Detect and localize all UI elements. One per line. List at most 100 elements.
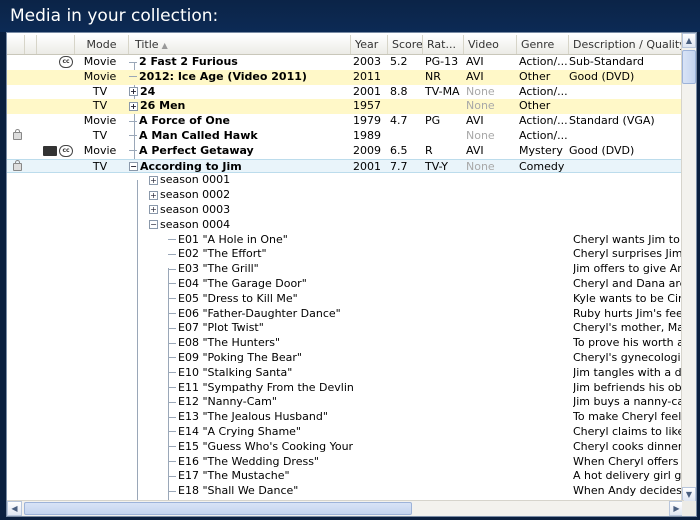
- episode-title-cell: E06 "Father-Daughter Dance": [168, 307, 353, 322]
- description-cell: Standard (VGA): [569, 114, 655, 128]
- episode-row[interactable]: E11 "Sympathy From the Devlins" Jim befri…: [7, 381, 684, 396]
- collapse-icon[interactable]: −: [149, 220, 158, 230]
- episode-row[interactable]: E09 "Poking The Bear" Cheryl's gynecologi…: [7, 351, 684, 366]
- episode-number: E15: [178, 439, 199, 453]
- table-row[interactable]: TV +24 2001 8.8 TV-MA None Action/...: [7, 85, 684, 100]
- episode-title: "A Hole in One": [202, 232, 288, 246]
- score-cell: 4.7: [390, 114, 408, 128]
- episode-row[interactable]: E07 "Plot Twist" Cheryl's mother, Maggie: [7, 321, 684, 336]
- table-row[interactable]: cc Movie A Perfect Getaway 2009 6.5 R AVI Myste…: [7, 144, 684, 159]
- episode-row[interactable]: E06 "Father-Daughter Dance" Ruby hurts Ji…: [7, 307, 684, 322]
- column-header-score[interactable]: Score: [388, 35, 423, 54]
- episode-number: E08: [178, 336, 199, 350]
- episode-title: "The Hunters": [202, 336, 281, 350]
- collapse-icon[interactable]: −: [129, 162, 138, 172]
- table-row[interactable]: Movie A Force of One 1979 4.7 PG AVI Action/..…: [7, 114, 684, 129]
- column-header-icons[interactable]: [37, 35, 75, 54]
- episode-description: When Andy decides to l: [573, 484, 684, 498]
- row-flag-cell: [9, 55, 25, 70]
- season-row[interactable]: + season 0002: [7, 188, 684, 203]
- episode-title: "Sympathy From the Devlins": [202, 380, 353, 394]
- table-row[interactable]: TV − According to Jim 2001 7.7 TV-Y None Comedy: [7, 158, 684, 175]
- title-cell: − According to Jim: [129, 160, 349, 175]
- episode-row[interactable]: E02 "The Effort" Cheryl surprises Jim wit…: [7, 247, 684, 262]
- episode-description: Cheryl cooks dinner for D: [573, 439, 684, 453]
- closed-caption-icon: cc: [59, 144, 73, 157]
- row-icons-cell: [37, 99, 73, 114]
- episode-row[interactable]: E13 "The Jealous Husband" To make Cheryl …: [7, 410, 684, 425]
- row-flag-cell: [9, 99, 25, 114]
- column-header-year[interactable]: Year: [351, 35, 388, 54]
- episode-description: Cheryl claims to like mer: [573, 424, 684, 438]
- column-header-flag[interactable]: [7, 35, 25, 54]
- episode-number: E10: [178, 365, 199, 379]
- expand-icon[interactable]: +: [149, 190, 158, 200]
- row-flag-cell: [9, 128, 25, 144]
- episode-number: E14: [178, 424, 199, 438]
- lock-icon: [12, 128, 22, 140]
- tree-connector: [168, 490, 176, 492]
- episode-row[interactable]: E18 "Shall We Dance" When Andy decides to…: [7, 484, 684, 499]
- horizontal-scroll-thumb[interactable]: [24, 502, 412, 515]
- season-row[interactable]: − season 0004: [7, 218, 684, 233]
- season-cell: + season 0001: [149, 173, 349, 188]
- column-header-blank[interactable]: [25, 35, 37, 54]
- mode-cell: Movie: [83, 55, 117, 68]
- table-row[interactable]: Movie 2012: Ice Age (Video 2011) 2011 NR AVI…: [7, 69, 684, 85]
- episode-row[interactable]: E03 "The Grill" Jim offers to give Andy .: [7, 262, 684, 277]
- genre-cell: Other: [519, 99, 551, 113]
- score-cell: [388, 99, 424, 114]
- episode-row[interactable]: E14 "A Crying Shame" Cheryl claims to lik…: [7, 425, 684, 440]
- episode-row[interactable]: E16 "The Wedding Dress" When Cheryl offer…: [7, 455, 684, 470]
- episode-row[interactable]: E12 "Nanny-Cam" Jim buys a nanny-cam to: [7, 395, 684, 410]
- episode-number: E17: [178, 469, 199, 483]
- episode-title: "The Wedding Dress": [202, 454, 319, 468]
- horizontal-scrollbar[interactable]: ◀ ▶: [7, 500, 684, 516]
- column-header-mode[interactable]: Mode: [75, 35, 129, 54]
- scroll-down-icon[interactable]: ▼: [682, 487, 696, 502]
- genre-cell: Action/...: [519, 114, 568, 128]
- mode-cell: TV: [92, 99, 108, 113]
- episode-row[interactable]: E17 "The Mustache" A hot delivery girl gi…: [7, 469, 684, 484]
- tree-connector: [168, 401, 176, 403]
- episode-title-cell: E13 "The Jealous Husband": [168, 410, 353, 425]
- rating-cell: [423, 99, 463, 114]
- expand-icon[interactable]: +: [149, 175, 158, 185]
- episode-row[interactable]: E01 "A Hole in One" Cheryl wants Jim to g…: [7, 233, 684, 248]
- vertical-scrollbar[interactable]: ▲ ▼: [681, 33, 696, 502]
- episode-row[interactable]: E10 "Stalking Santa" Jim tangles with a d…: [7, 366, 684, 381]
- expand-icon[interactable]: +: [129, 87, 138, 97]
- column-header-rating[interactable]: Rat...: [423, 35, 464, 54]
- closed-caption-icon: cc: [59, 56, 73, 68]
- column-header-description[interactable]: Description / Quality: [569, 35, 684, 54]
- tree-connector: [168, 372, 176, 374]
- tree-connector: [129, 135, 137, 137]
- episode-row[interactable]: E04 "The Garage Door" Cheryl and Dana are…: [7, 277, 684, 292]
- expand-icon[interactable]: +: [129, 101, 138, 111]
- row-icons-cell: cc: [37, 55, 73, 70]
- episode-title: "Nanny-Cam": [202, 395, 277, 409]
- column-header-video[interactable]: Video: [464, 35, 517, 54]
- column-header-title[interactable]: Title ▲: [129, 35, 351, 54]
- episode-number: E13: [178, 410, 199, 424]
- table-row[interactable]: TV +26 Men 1957 None Other: [7, 99, 684, 115]
- row-icons-cell: [37, 85, 73, 100]
- episode-row[interactable]: E08 "The Hunters" To prove his worth as a: [7, 336, 684, 351]
- score-cell: 5.2: [390, 55, 408, 68]
- column-header-genre[interactable]: Genre: [517, 35, 569, 54]
- scroll-up-icon[interactable]: ▲: [682, 33, 696, 48]
- table-row[interactable]: TV A Man Called Hawk 1989 None Action/...: [7, 128, 684, 144]
- mode-cell: TV: [92, 128, 108, 142]
- season-row[interactable]: + season 0003: [7, 203, 684, 218]
- episode-row[interactable]: E15 "Guess Who's Cooking Your ... Cheryl …: [7, 440, 684, 455]
- episode-row[interactable]: E05 "Dress to Kill Me" Kyle wants to be C…: [7, 292, 684, 307]
- tree-connector: [129, 150, 137, 152]
- scroll-left-icon[interactable]: ◀: [7, 501, 22, 516]
- row-icons-cell: [37, 114, 73, 129]
- media-list-panel[interactable]: Mode Title ▲ Year Score Rat... Video Genr…: [6, 32, 697, 517]
- title-cell: 2 Fast 2 Furious: [129, 55, 349, 70]
- table-row[interactable]: cc Movie 2 Fast 2 Furious 2003 5.2 PG-13 AVI Ac…: [7, 55, 684, 70]
- expand-icon[interactable]: +: [149, 205, 158, 215]
- season-row[interactable]: + season 0001: [7, 173, 684, 188]
- vertical-scroll-thumb[interactable]: [682, 50, 696, 84]
